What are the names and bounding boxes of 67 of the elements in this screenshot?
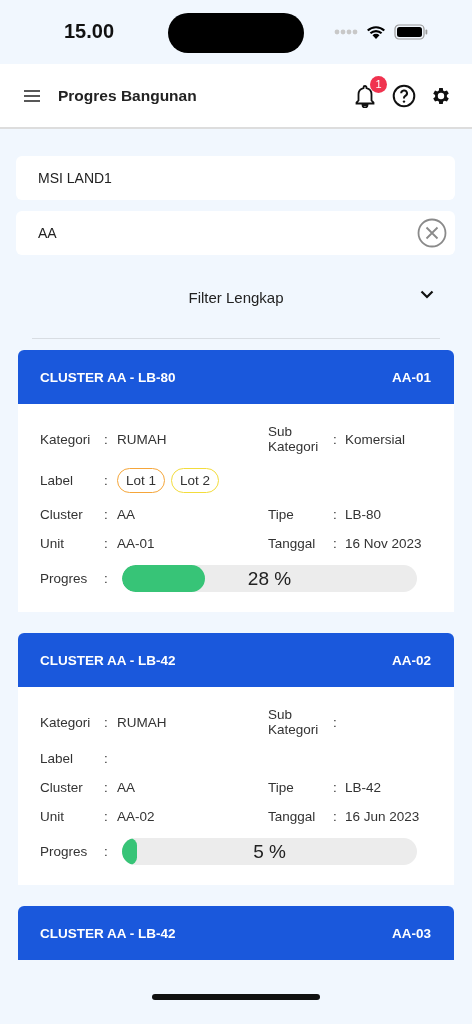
unit-code: AA-02	[392, 652, 431, 668]
colon: :	[104, 536, 109, 551]
field-label: Tanggal	[268, 536, 317, 551]
card-header[interactable]: CLUSTER AA - LB-80 AA-01	[18, 350, 454, 404]
field-value: Komersial	[345, 431, 407, 447]
field-label: Cluster	[40, 780, 84, 795]
battery-icon	[394, 24, 428, 40]
field-label: Sub Kategori	[268, 424, 320, 454]
colon: :	[333, 714, 338, 730]
clear-icon[interactable]	[417, 218, 447, 248]
colon: :	[333, 809, 338, 824]
field-value: 16 Jun 2023	[345, 809, 421, 824]
colon: :	[333, 536, 338, 551]
colon: :	[333, 431, 338, 447]
unit-code: AA-01	[392, 369, 431, 385]
field-label: Progres	[40, 571, 89, 586]
field-value: LB-42	[345, 780, 383, 795]
colon: :	[104, 844, 109, 859]
colon: :	[104, 571, 109, 586]
field-label: Unit	[40, 536, 65, 551]
colon: :	[104, 507, 109, 522]
card-header[interactable]: CLUSTER AA - LB-42 AA-03	[18, 906, 454, 960]
colon: :	[104, 751, 109, 766]
field-value: 16 Nov 2023	[345, 536, 423, 551]
cluster-field[interactable]: AA	[16, 211, 455, 255]
field-label: Tipe	[268, 780, 295, 795]
field-label: Sub Kategori	[268, 707, 320, 737]
colon: :	[104, 431, 109, 447]
clock: 15.00	[64, 20, 115, 43]
colon: :	[104, 714, 109, 730]
field-label: Cluster	[40, 507, 84, 522]
project-field[interactable]: MSI LAND1	[16, 156, 455, 200]
field-value: AA	[117, 780, 136, 795]
field-label: Kategori	[40, 714, 92, 730]
progress-reading: 28 %	[247, 567, 292, 590]
field-label: Label	[40, 473, 75, 488]
card-title: CLUSTER AA - LB-80	[40, 369, 176, 385]
signal-icon	[334, 29, 358, 35]
field-value: AA-01	[117, 536, 156, 551]
wifi-icon	[366, 24, 386, 40]
filter-toggle[interactable]: Filter Lengkap	[16, 266, 456, 328]
colon: :	[333, 507, 338, 522]
field-value: AA-02	[117, 809, 156, 824]
field-value: LB-80	[345, 507, 383, 522]
menu-icon[interactable]	[24, 89, 40, 102]
card-title: CLUSTER AA - LB-42	[40, 652, 176, 668]
field-label: Label	[40, 751, 75, 766]
card-header[interactable]: CLUSTER AA - LB-42 AA-02	[18, 633, 454, 687]
colon: :	[104, 809, 109, 824]
field-label: Progres	[40, 844, 89, 859]
field-value: RUMAH	[117, 714, 168, 730]
field-value: AA	[117, 507, 136, 522]
colon: :	[333, 780, 338, 795]
bell-icon[interactable]	[354, 83, 376, 108]
card-title: CLUSTER AA - LB-42	[40, 925, 176, 941]
unit-code: AA-03	[392, 925, 431, 941]
colon: :	[104, 473, 109, 488]
progress-reading: 5 %	[253, 840, 286, 863]
field-label: Tanggal	[268, 809, 317, 824]
field-label: Kategori	[40, 431, 92, 447]
notification-badge: 1	[370, 75, 387, 93]
page-title: Progres Bangunan	[58, 86, 198, 105]
field-label: Unit	[40, 809, 65, 824]
colon: :	[104, 780, 109, 795]
help-icon[interactable]	[392, 83, 416, 108]
field-label: Tipe	[268, 507, 295, 522]
field-value: RUMAH	[117, 431, 168, 447]
